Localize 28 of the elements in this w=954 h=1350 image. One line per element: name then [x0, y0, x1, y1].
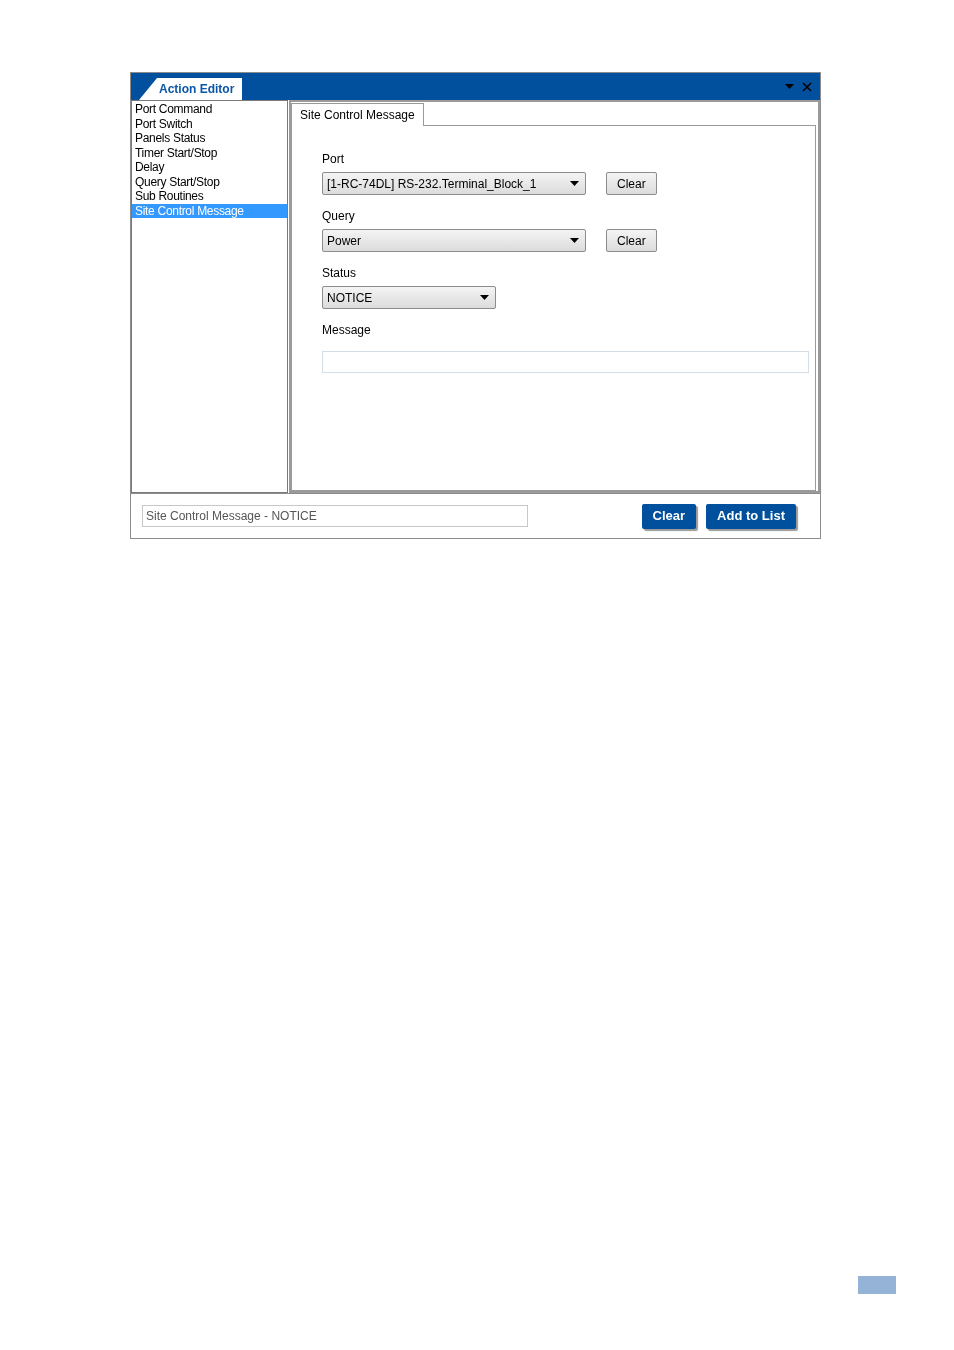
- action-list-item[interactable]: Sub Routines: [132, 189, 287, 204]
- field-label: Port: [322, 151, 345, 168]
- field-label: Query: [322, 208, 356, 225]
- clear-button[interactable]: Clear: [606, 229, 657, 252]
- summary-field[interactable]: Site Control Message - NOTICE: [142, 505, 528, 527]
- add-to-list-button[interactable]: Add to List: [706, 503, 796, 529]
- field-label: Message: [322, 322, 372, 339]
- action-list-item[interactable]: Query Start/Stop: [132, 174, 287, 189]
- dropdown[interactable]: Power: [322, 229, 586, 252]
- dropdown-caret-icon[interactable]: [785, 84, 794, 89]
- action-list-item[interactable]: Timer Start/Stop: [132, 145, 287, 160]
- window-title: Action Editor: [159, 81, 235, 98]
- clear-button[interactable]: Clear: [606, 172, 657, 195]
- action-list-item[interactable]: Port Command: [132, 102, 287, 117]
- dropdown-caret-icon: [480, 295, 489, 300]
- action-list-item[interactable]: Port Switch: [132, 116, 287, 131]
- action-list-item[interactable]: Panels Status: [132, 131, 287, 146]
- dropdown-caret-icon: [570, 238, 579, 243]
- tab[interactable]: Site Control Message: [291, 103, 424, 126]
- clear-button[interactable]: Clear: [641, 503, 697, 529]
- footer-block: [858, 1276, 896, 1294]
- dropdown-caret-icon: [570, 181, 579, 186]
- dropdown[interactable]: [1-RC-74DL] RS-232.Terminal_Block_1: [322, 172, 586, 195]
- action-list-item[interactable]: Delay: [132, 160, 287, 175]
- message-field[interactable]: [322, 351, 809, 373]
- dropdown[interactable]: NOTICE: [322, 286, 496, 309]
- field-label: Status: [322, 265, 358, 282]
- close-icon[interactable]: [802, 81, 812, 92]
